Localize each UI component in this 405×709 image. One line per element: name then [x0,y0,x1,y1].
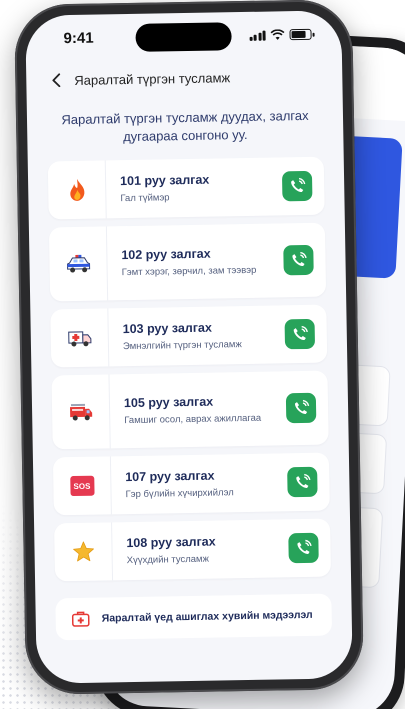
icon-cell [48,226,109,302]
call-button[interactable] [287,466,318,498]
phone-call-icon [295,399,310,414]
phone-call-icon [293,325,308,340]
intro-text: Яаралтай түргэн тусламж дуудах, залгах д… [61,107,309,145]
dynamic-island [135,22,232,52]
call-button[interactable] [285,392,317,424]
item-text: 103 руу залгах Эмнэлгийн түргэн тусламж [108,305,285,366]
phone-frame: 9:41 Яаралтай түргэн тусламж Яаралтай тү… [14,0,364,695]
phone-call-icon [292,251,307,266]
call-button[interactable] [281,170,313,202]
icon-cell [47,160,107,220]
item-text: 101 руу залгах Гал түймэр [106,157,283,218]
call-button[interactable] [284,318,316,350]
item-title: 103 руу залгах [122,320,213,336]
item-title: 102 руу залгах [121,246,211,262]
list-item-101[interactable]: 101 руу залгах Гал түймэр [47,156,325,220]
item-title: 105 руу залгах [123,394,214,410]
page-title: Яаралтай түргэн тусламж [74,69,231,88]
fire-icon [69,178,84,201]
item-title: 108 руу залгах [126,534,216,550]
phone-call-icon [291,177,306,193]
item-subtitle: Гэмт хэрэг, зөрчил, зам тээвэр [121,264,257,278]
phone-screen: 9:41 Яаралтай түргэн тусламж Яаралтай тү… [25,10,353,684]
battery-icon [289,28,312,40]
list-item-103[interactable]: 103 руу залгах Эмнэлгийн түргэн тусламж [50,304,328,368]
signal-icon [249,29,266,41]
ambulance-icon [67,331,91,347]
emergency-call-list: 101 руу залгах Гал түймэр 102 руу залгах… [47,156,332,590]
chevron-left-icon[interactable] [48,72,64,88]
item-title: 101 руу залгах [119,172,210,188]
item-subtitle: Хүүхдийн тусламж [126,553,209,566]
item-text: 105 руу залгах Гамшиг осол, аврах ажилла… [109,371,286,448]
icon-cell [51,374,111,450]
wifi-icon [270,28,285,40]
call-button[interactable] [283,244,314,276]
call-button[interactable] [288,532,319,564]
personal-info-button[interactable]: Яаралтай үед ашиглах хувийн мэдээлэл [55,593,333,641]
sos-icon: SOS [69,475,95,497]
icon-cell: SOS [52,456,112,516]
item-subtitle: Гал түймэр [120,191,170,204]
icon-cell [54,522,114,582]
phone-call-icon [296,473,311,488]
status-time: 9:41 [63,29,94,47]
sos-badge-text: SOS [73,481,91,491]
item-subtitle: Эмнэлгийн түргэн тусламж [122,338,242,352]
police-car-icon [66,254,90,273]
item-title: 107 руу залгах [125,468,215,484]
personal-info-label: Яаралтай үед ашиглах хувийн мэдээлэл [101,608,313,625]
list-item-108[interactable]: 108 руу залгах Хүүхдийн тусламж [54,518,332,582]
nav-bar: Яаралтай түргэн тусламж [48,63,320,94]
list-item-107[interactable]: SOS 107 руу залгах Гэр бүлийн хүчирхийлэ… [52,452,330,516]
item-text: 108 руу залгах Хүүхдийн тусламж [112,519,289,580]
item-text: 107 руу залгах Гэр бүлийн хүчирхийлэл [111,453,288,514]
item-subtitle: Гэр бүлийн хүчирхийлэл [125,486,234,500]
star-icon [72,541,94,562]
item-text: 102 руу залгах Гэмт хэрэг, зөрчил, зам т… [107,223,284,300]
status-icons [249,28,312,41]
list-item-105[interactable]: 105 руу залгах Гамшиг осол, аврах ажилла… [51,370,329,450]
fire-truck-icon [69,403,92,421]
item-subtitle: Гамшиг осол, аврах ажиллагаа [124,412,262,426]
phone-call-icon [297,539,312,554]
medical-kit-icon [71,611,90,627]
icon-cell [50,308,110,368]
list-item-102[interactable]: 102 руу залгах Гэмт хэрэг, зөрчил, зам т… [48,222,327,302]
